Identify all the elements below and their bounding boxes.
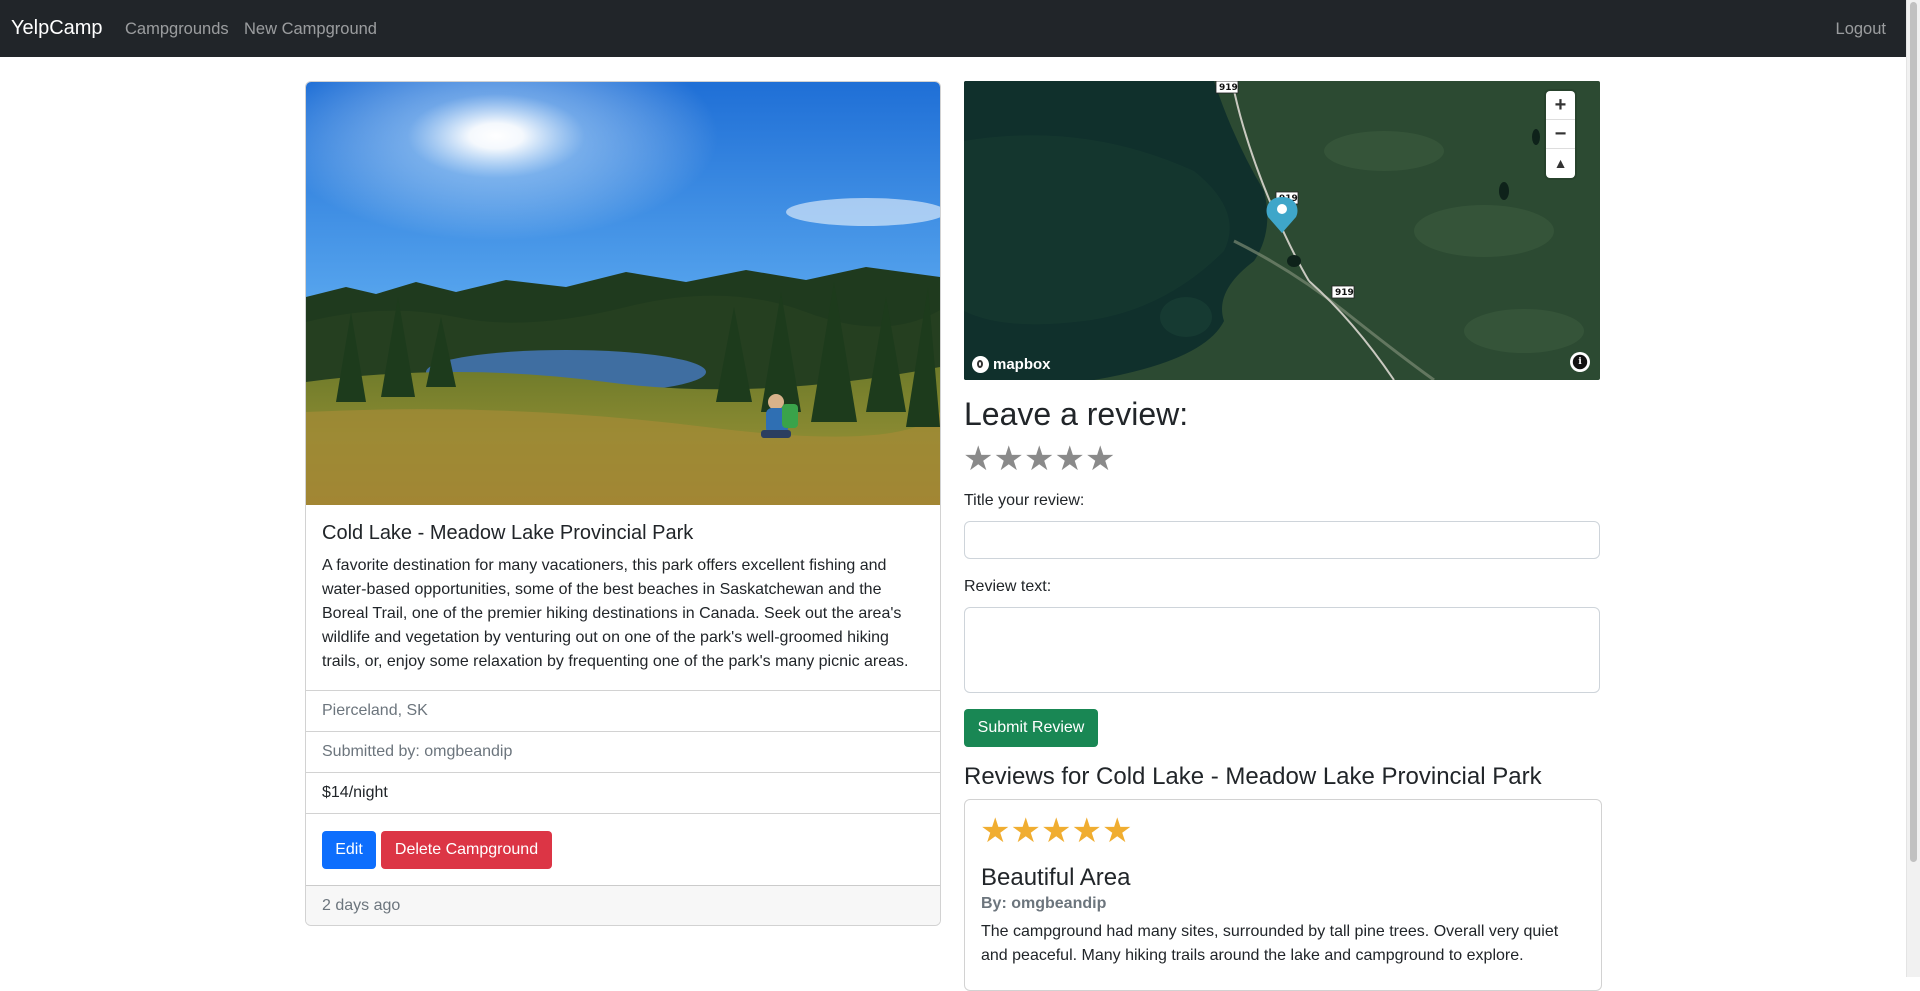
- edit-button[interactable]: Edit: [322, 831, 376, 869]
- location-item: Pierceland, SK: [306, 690, 940, 732]
- zoom-in-button[interactable]: +: [1546, 91, 1575, 120]
- compass-icon[interactable]: ▲: [1546, 149, 1575, 178]
- campground-location: Pierceland, SK: [322, 702, 428, 719]
- review-text-textarea[interactable]: [964, 607, 1600, 693]
- campground-description: A favorite destination for many vacation…: [322, 557, 909, 670]
- review-title-label: Title your review:: [964, 492, 1085, 509]
- star-rating-input[interactable]: ★ ★ ★ ★ ★: [963, 441, 1116, 477]
- brand-link[interactable]: YelpCamp: [11, 17, 103, 40]
- nav-campgrounds-link[interactable]: Campgrounds: [125, 20, 229, 39]
- review-title: Beautiful Area: [981, 864, 1131, 891]
- review-author: By: omgbeandip: [981, 895, 1107, 912]
- road-label: 919: [1335, 288, 1354, 298]
- submit-review-button[interactable]: Submit Review: [964, 709, 1098, 747]
- card-footer: 2 days ago: [306, 885, 940, 925]
- mapbox-logo-icon: [972, 356, 989, 373]
- star-icon[interactable]: ★: [1024, 441, 1055, 477]
- submitted-by-text: Submitted by: omgbeandip: [322, 743, 513, 760]
- campground-card: Cold Lake - Meadow Lake Provincial Park …: [305, 81, 941, 926]
- leave-review-heading: Leave a review:: [964, 396, 1189, 432]
- mapbox-logo[interactable]: mapbox: [972, 356, 1051, 373]
- reviews-heading: Reviews for Cold Lake - Meadow Lake Prov…: [964, 763, 1542, 790]
- nav-new-campground-link[interactable]: New Campground: [244, 20, 377, 39]
- campground-actions: Edit Delete Campground: [306, 813, 940, 886]
- review-title-input[interactable]: [964, 521, 1600, 559]
- star-icon: ★: [1071, 812, 1102, 850]
- logout-link[interactable]: Logout: [1836, 20, 1886, 39]
- road-label: 919: [1219, 83, 1238, 93]
- map-controls: + − ▲: [1546, 91, 1575, 178]
- navbar: YelpCamp Campgrounds New Campground Logo…: [0, 0, 1907, 57]
- campground-photo: [306, 82, 940, 505]
- star-icon: ★: [1010, 812, 1041, 850]
- star-icon[interactable]: ★: [994, 441, 1025, 477]
- campground-map[interactable]: 919 919 919 + − ▲ mapbox: [964, 81, 1600, 380]
- star-icon: ★: [980, 812, 1011, 850]
- campground-price: $14/night: [322, 784, 388, 801]
- map-canvas[interactable]: 919 919 919: [964, 81, 1600, 380]
- zoom-out-button[interactable]: −: [1546, 120, 1575, 149]
- scrollbar-thumb[interactable]: [1910, 2, 1917, 862]
- mapbox-wordmark: mapbox: [993, 356, 1051, 373]
- star-icon[interactable]: ★: [963, 441, 994, 477]
- star-icon: ★: [1102, 812, 1133, 850]
- star-icon: ★: [1041, 812, 1072, 850]
- review-text-label: Review text:: [964, 578, 1052, 595]
- star-icon[interactable]: ★: [1055, 441, 1086, 477]
- delete-campground-button[interactable]: Delete Campground: [381, 831, 552, 869]
- attribution-info-icon[interactable]: [1570, 352, 1590, 372]
- campground-title: Cold Lake - Meadow Lake Provincial Park: [322, 522, 694, 544]
- review-rating: ★ ★ ★ ★ ★: [980, 813, 1133, 849]
- price-item: $14/night: [306, 772, 940, 814]
- submitted-by-item: Submitted by: omgbeandip: [306, 731, 940, 773]
- page-scrollbar[interactable]: [1906, 0, 1920, 977]
- star-icon[interactable]: ★: [1085, 441, 1116, 477]
- review-text: The campground had many sites, surrounde…: [981, 923, 1559, 964]
- posted-time: 2 days ago: [322, 897, 401, 914]
